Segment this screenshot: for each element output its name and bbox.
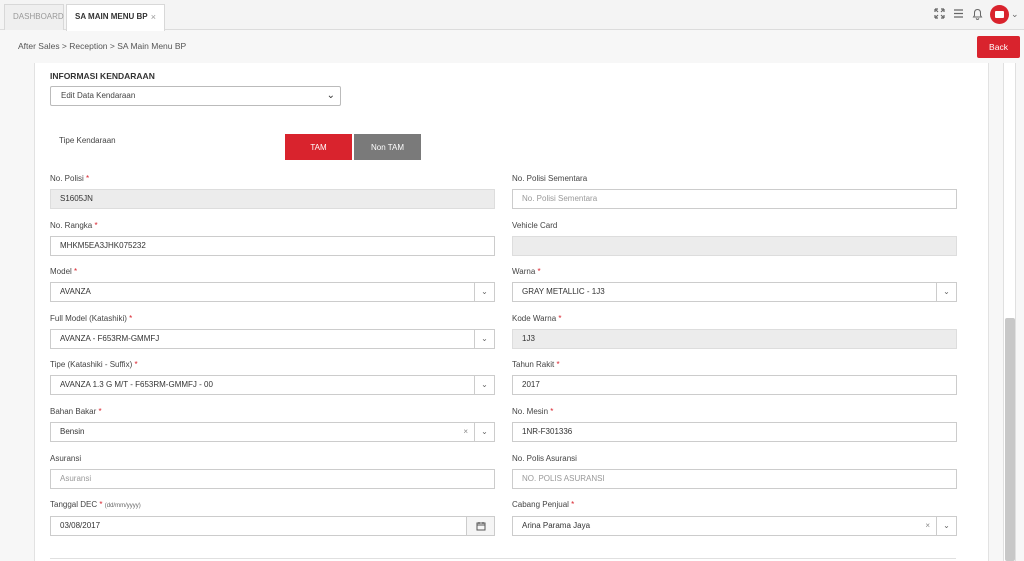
chevron-down-icon[interactable]: ⌄	[936, 517, 956, 535]
edit-data-select[interactable]: Edit Data Kendaraan ⌄	[50, 86, 341, 106]
no-mesin-label: No. Mesin *	[512, 407, 554, 416]
breadcrumb-bar: After Sales > Reception > SA Main Menu B…	[0, 31, 1024, 61]
tanggal-dec-value: 03/08/2017	[60, 521, 101, 530]
chevron-down-icon[interactable]: ⌄	[474, 423, 494, 441]
warna-value: GRAY METALLIC - 1J3	[522, 287, 605, 296]
full-model-label: Full Model (Katashiki) *	[50, 314, 133, 323]
chevron-down-icon[interactable]: ⌄	[474, 376, 494, 394]
chevron-down-icon[interactable]: ⌄	[936, 283, 956, 301]
non-tam-button[interactable]: Non TAM	[354, 134, 421, 160]
no-polisi-field[interactable]: S1605JN	[50, 189, 495, 209]
cabang-penjual-value: Arina Parama Jaya	[522, 521, 591, 530]
no-polis-asuransi-label: No. Polis Asuransi	[512, 454, 577, 463]
model-select[interactable]: AVANZA ⌄	[50, 282, 495, 302]
tanggal-dec-input[interactable]: 03/08/2017	[50, 516, 495, 536]
no-rangka-field[interactable]: MHKM5EA3JHK075232	[50, 236, 495, 256]
full-model-value: AVANZA - F653RM-GMMFJ	[60, 334, 160, 343]
chevron-down-icon: ⌄	[326, 90, 335, 101]
vehicle-card-label: Vehicle Card	[512, 221, 558, 230]
bahan-bakar-label: Bahan Bakar *	[50, 407, 102, 416]
tam-button[interactable]: TAM	[285, 134, 352, 160]
asuransi-label: Asuransi	[50, 454, 82, 463]
no-polis-asuransi-input[interactable]: NO. POLIS ASURANSI	[512, 469, 957, 489]
edit-data-select-value: Edit Data Kendaraan	[61, 91, 136, 100]
cabang-penjual-select[interactable]: Arina Parama Jaya × ⌄	[512, 516, 957, 536]
chevron-down-icon[interactable]: ⌄	[474, 330, 494, 348]
top-tab-bar: DASHBOARD SA MAIN MENU BP × ⌄	[0, 0, 1024, 31]
tahun-rakit-label: Tahun Rakit *	[512, 360, 560, 369]
scrollbar-thumb[interactable]	[1005, 318, 1015, 561]
tab-dashboard[interactable]: DASHBOARD	[4, 4, 64, 30]
warna-label: Warna *	[512, 267, 541, 276]
cabang-penjual-label: Cabang Penjual *	[512, 500, 575, 509]
menu-icon[interactable]	[951, 8, 965, 22]
asuransi-input[interactable]: Asuransi	[50, 469, 495, 489]
no-polisi-label: No. Polisi *	[50, 174, 90, 183]
no-mesin-input[interactable]: 1NR-F301336	[512, 422, 957, 442]
close-icon[interactable]: ×	[151, 5, 156, 29]
back-button[interactable]: Back	[977, 36, 1020, 58]
no-polisi-sementara-input[interactable]: No. Polisi Sementara	[512, 189, 957, 209]
bell-icon[interactable]	[970, 8, 984, 22]
kode-warna-label: Kode Warna *	[512, 314, 562, 323]
warna-select[interactable]: GRAY METALLIC - 1J3 ⌄	[512, 282, 957, 302]
no-rangka-label: No. Rangka *	[50, 221, 98, 230]
chevron-down-icon[interactable]: ⌄	[474, 283, 494, 301]
clear-icon[interactable]: ×	[463, 423, 468, 441]
calendar-icon[interactable]	[466, 517, 494, 535]
bahan-bakar-select[interactable]: Bensin × ⌄	[50, 422, 495, 442]
section-title: INFORMASI KENDARAAN	[50, 71, 155, 81]
tipe-kendaraan-label: Tipe Kendaraan	[59, 136, 116, 145]
divider	[50, 558, 956, 559]
tab-label: SA MAIN MENU BP	[75, 12, 148, 21]
avatar-icon[interactable]	[990, 5, 1009, 24]
vehicle-card-field[interactable]	[512, 236, 957, 256]
no-polisi-sementara-label: No. Polisi Sementara	[512, 174, 588, 183]
clear-icon[interactable]: ×	[925, 517, 930, 535]
fullscreen-icon[interactable]	[932, 8, 946, 22]
kode-warna-field[interactable]: 1J3	[512, 329, 957, 349]
bahan-bakar-value: Bensin	[60, 427, 85, 436]
tanggal-dec-label: Tanggal DEC * (dd/mm/yyyy)	[50, 500, 141, 509]
tipe-label: Tipe (Katashiki - Suffix) *	[50, 360, 138, 369]
tipe-select[interactable]: AVANZA 1.3 G M/T - F653RM-GMMFJ - 00 ⌄	[50, 375, 495, 395]
tipe-value: AVANZA 1.3 G M/T - F653RM-GMMFJ - 00	[60, 380, 213, 389]
tahun-rakit-input[interactable]: 2017	[512, 375, 957, 395]
breadcrumb: After Sales > Reception > SA Main Menu B…	[18, 41, 187, 51]
full-model-select[interactable]: AVANZA - F653RM-GMMFJ ⌄	[50, 329, 495, 349]
model-label: Model *	[50, 267, 78, 276]
tab-sa-main-menu-bp[interactable]: SA MAIN MENU BP ×	[66, 4, 165, 31]
model-value: AVANZA	[60, 287, 91, 296]
chevron-down-icon[interactable]: ⌄	[1011, 9, 1019, 20]
